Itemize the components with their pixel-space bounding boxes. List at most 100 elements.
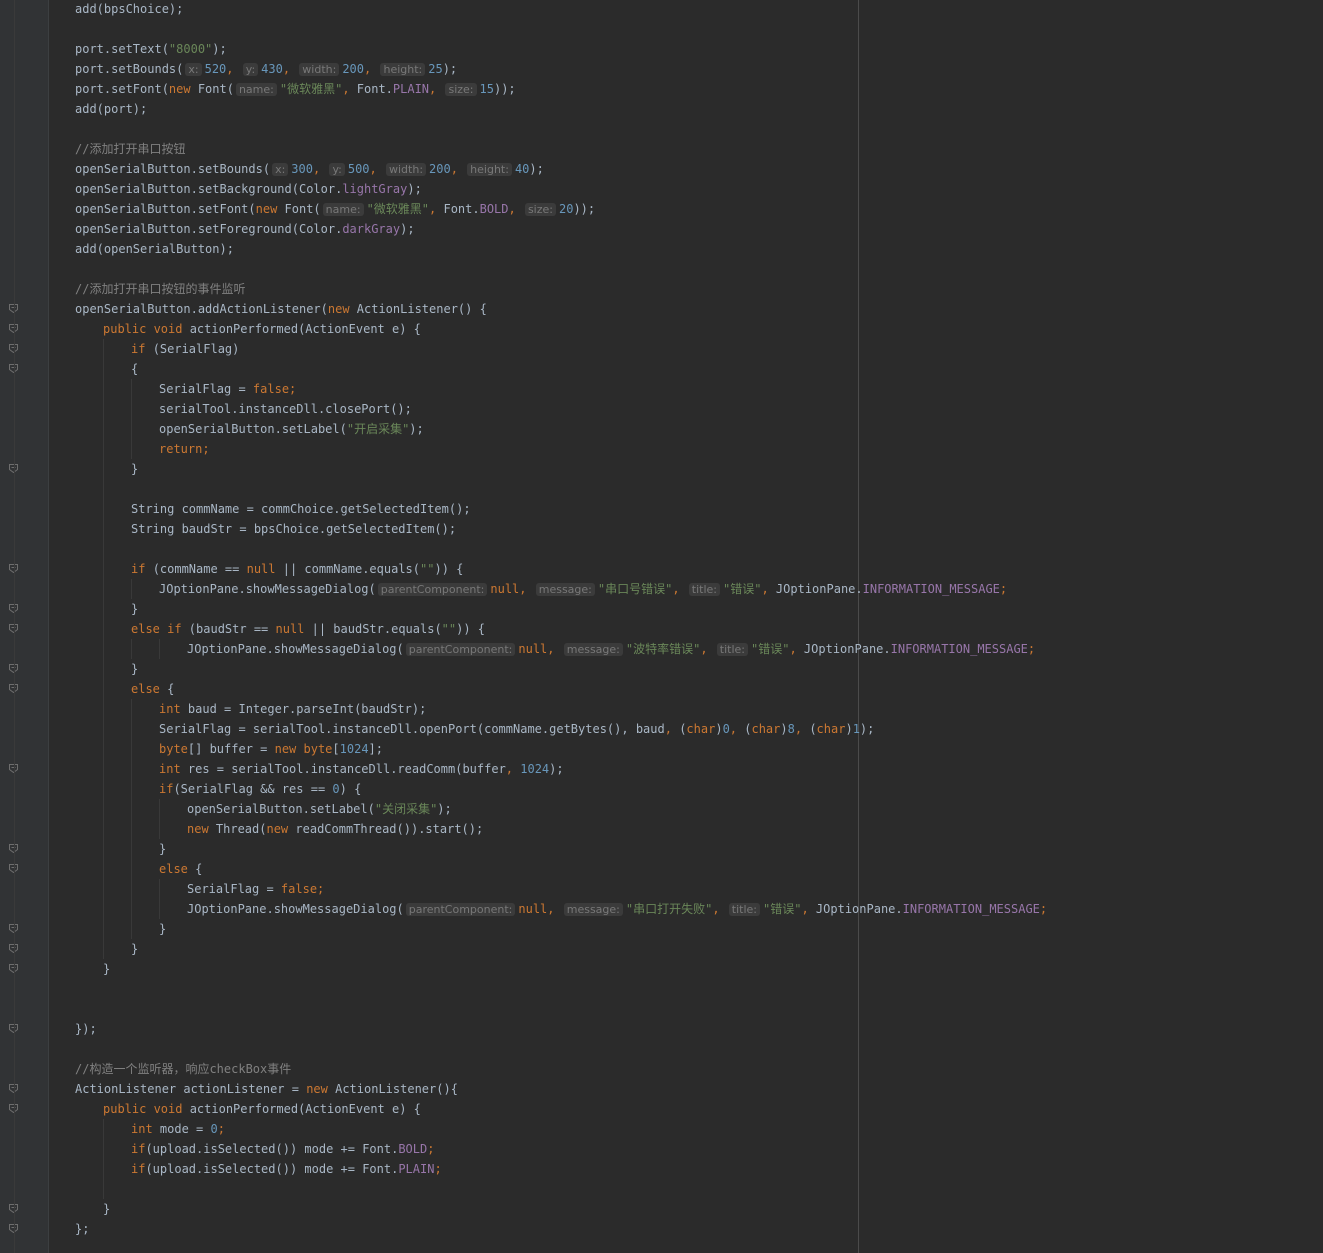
- code-line[interactable]: return;: [159, 439, 210, 459]
- code-token: //添加打开串口按钮: [75, 142, 186, 156]
- code-token: ;: [217, 1122, 225, 1136]
- code-line[interactable]: }: [131, 939, 138, 959]
- code-token: add(port);: [75, 102, 148, 116]
- code-line[interactable]: public void actionPerformed(ActionEvent …: [103, 1099, 421, 1119]
- code-line[interactable]: JOptionPane.showMessageDialog(parentComp…: [187, 639, 1035, 659]
- code-line[interactable]: int res = serialTool.instanceDll.readCom…: [159, 759, 564, 779]
- code-token: JOptionPane.showMessageDialog(: [187, 902, 404, 916]
- code-line[interactable]: port.setText("8000");: [75, 39, 227, 59]
- code-line[interactable]: openSerialButton.setBounds(x: 300, y: 500,…: [75, 159, 544, 179]
- code-editor[interactable]: add(bpsChoice); port.setText("8000"); port…: [0, 0, 1323, 1253]
- code-line[interactable]: if(upload.isSelected()) mode += Font.BOL…: [131, 1139, 434, 1159]
- code-line[interactable]: SerialFlag = false;: [187, 879, 324, 899]
- parameter-hint: name:: [235, 83, 277, 96]
- code-token: Thread(: [215, 822, 267, 836]
- code-line[interactable]: SerialFlag = serialTool.instanceDll.open…: [159, 719, 874, 739]
- code-token: ));: [573, 202, 596, 216]
- indent-guide: [103, 539, 104, 559]
- code-line[interactable]: int mode = 0;: [131, 1119, 225, 1139]
- parameter-hint: message:: [535, 583, 595, 596]
- code-line[interactable]: String commName = commChoice.getSelected…: [131, 499, 471, 519]
- code-token: INFORMATION_MESSAGE: [902, 902, 1040, 916]
- indent-guide: [103, 439, 104, 459]
- parameter-hint: message:: [563, 903, 623, 916]
- code-token: }: [131, 662, 139, 676]
- parameter-hint: size:: [524, 203, 556, 216]
- parameter-hint: name:: [322, 203, 364, 216]
- code-line[interactable]: add(openSerialButton);: [75, 239, 234, 259]
- indent-guide: [131, 399, 132, 419]
- code-line[interactable]: else if (baudStr == null || baudStr.equa…: [131, 619, 485, 639]
- code-line[interactable]: }: [159, 919, 166, 939]
- code-token: //构造一个监听器，响应checkBox事件: [75, 1062, 292, 1076]
- code-line[interactable]: else {: [159, 859, 202, 879]
- code-token: new: [327, 302, 357, 316]
- code-line[interactable]: serialTool.instanceDll.closePort();: [159, 399, 412, 419]
- code-line[interactable]: int baud = Integer.parseInt(baudStr);: [159, 699, 426, 719]
- code-token: String commName = commChoice.getSelected…: [131, 502, 471, 516]
- code-line[interactable]: openSerialButton.setBackground(Color.lig…: [75, 179, 422, 199]
- code-line[interactable]: port.setFont(new Font(name: "微软雅黑", Font.…: [75, 79, 516, 99]
- parameter-hint: parentComponent:: [405, 643, 516, 656]
- code-token: ];: [368, 742, 383, 756]
- code-token: port.setText(: [75, 42, 169, 56]
- code-line[interactable]: byte[] buffer = new byte[1024];: [159, 739, 383, 759]
- code-line[interactable]: });: [75, 1019, 97, 1039]
- indent-guide: [103, 599, 104, 619]
- code-line[interactable]: add(bpsChoice);: [75, 0, 183, 19]
- code-line[interactable]: openSerialButton.setLabel("关闭采集");: [187, 799, 452, 819]
- indent-guide: [103, 839, 104, 859]
- code-line[interactable]: new Thread(new readCommThread()).start()…: [187, 819, 483, 839]
- code-token: false;: [252, 382, 297, 396]
- code-line[interactable]: if(upload.isSelected()) mode += Font.PLA…: [131, 1159, 442, 1179]
- code-line[interactable]: }: [131, 599, 138, 619]
- code-line[interactable]: //添加打开串口按钮的事件监听: [75, 279, 245, 299]
- code-line[interactable]: };: [75, 1219, 89, 1239]
- code-token: actionPerformed(ActionEvent e) {: [189, 322, 421, 336]
- code-line[interactable]: }: [103, 959, 110, 979]
- indent-guide: [103, 359, 104, 379]
- code-line[interactable]: public void actionPerformed(ActionEvent …: [103, 319, 421, 339]
- code-line[interactable]: //构造一个监听器，响应checkBox事件: [75, 1059, 291, 1079]
- code-line[interactable]: }: [131, 459, 138, 479]
- code-token: new: [187, 822, 216, 836]
- code-line[interactable]: }: [159, 839, 166, 859]
- code-line[interactable]: SerialFlag = false;: [159, 379, 296, 399]
- code-line[interactable]: JOptionPane.showMessageDialog(parentComp…: [159, 579, 1007, 599]
- code-token: [: [332, 742, 340, 756]
- code-token: (baudStr ==: [188, 622, 276, 636]
- code-line[interactable]: ActionListener actionListener = new Acti…: [75, 1079, 458, 1099]
- code-line[interactable]: JOptionPane.showMessageDialog(parentComp…: [187, 899, 1047, 919]
- editor-gutter[interactable]: [0, 0, 48, 1253]
- parameter-hint: y:: [329, 163, 345, 176]
- code-line[interactable]: if(SerialFlag && res == 0) {: [159, 779, 361, 799]
- code-line[interactable]: else {: [131, 679, 174, 699]
- gutter-guide: [14, 0, 15, 1253]
- code-token: "波特率错误": [625, 642, 701, 656]
- code-token: null: [275, 622, 312, 636]
- code-line[interactable]: }: [103, 1199, 110, 1219]
- code-token: ;: [434, 1162, 442, 1176]
- code-line[interactable]: port.setBounds(x: 520, y: 430, width: 200, …: [75, 59, 457, 79]
- code-line[interactable]: openSerialButton.setForeground(Color.dar…: [75, 219, 415, 239]
- code-token: readCommThread()).start();: [295, 822, 484, 836]
- code-line[interactable]: }: [131, 659, 138, 679]
- code-line[interactable]: if (commName == null || commName.equals(…: [131, 559, 463, 579]
- code-token: Font.: [443, 202, 480, 216]
- code-token: );: [400, 222, 415, 236]
- code-line[interactable]: {: [131, 359, 138, 379]
- code-token: new: [255, 202, 285, 216]
- code-line[interactable]: openSerialButton.addActionListener(new A…: [75, 299, 487, 319]
- code-line[interactable]: //添加打开串口按钮: [75, 139, 185, 159]
- code-token: null: [246, 562, 283, 576]
- code-line[interactable]: add(port);: [75, 99, 147, 119]
- code-line[interactable]: if (SerialFlag): [131, 339, 239, 359]
- indent-guide: [103, 1179, 104, 1199]
- indent-guide: [103, 719, 104, 739]
- code-line[interactable]: String baudStr = bpsChoice.getSelectedIt…: [131, 519, 456, 539]
- code-line[interactable]: openSerialButton.setFont(new Font(name: "…: [75, 199, 595, 219]
- indent-guide: [103, 919, 104, 939]
- code-line[interactable]: openSerialButton.setLabel("开启采集");: [159, 419, 424, 439]
- indent-guide: [131, 419, 132, 439]
- code-token: byte: [159, 742, 188, 756]
